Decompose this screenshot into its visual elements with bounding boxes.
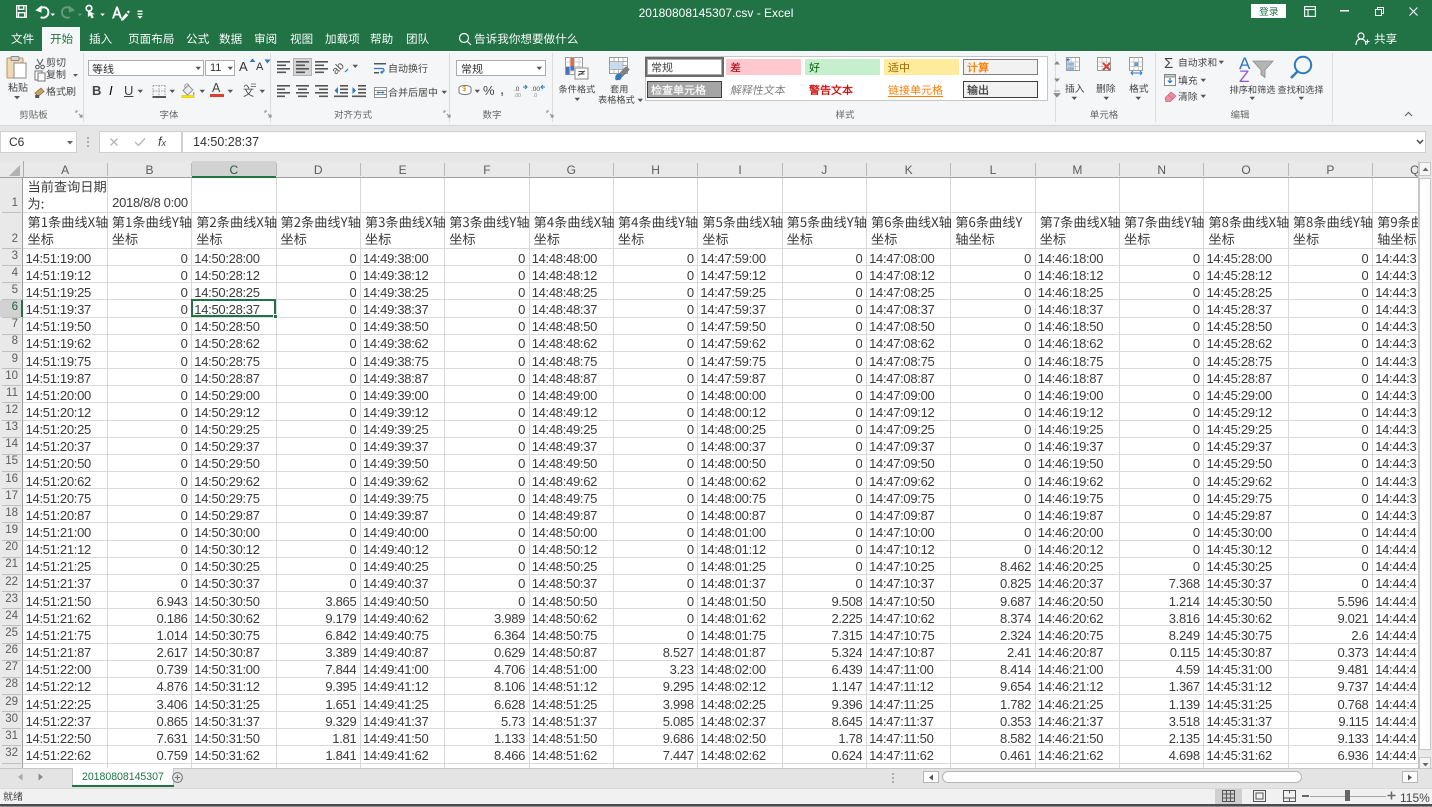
- svg-text:.00: .00: [531, 86, 540, 93]
- svg-text:.0: .0: [533, 93, 537, 97]
- svg-text:.0: .0: [514, 86, 520, 93]
- svg-text:$: $: [462, 86, 466, 93]
- svg-text:ab: ab: [333, 60, 347, 75]
- svg-text:.00: .00: [514, 93, 521, 97]
- svg-text:Z: Z: [1239, 67, 1249, 84]
